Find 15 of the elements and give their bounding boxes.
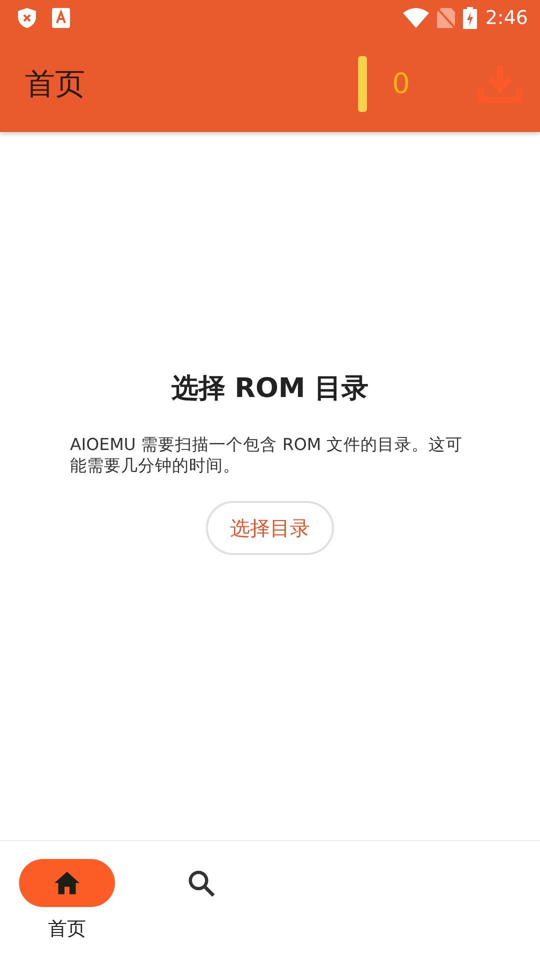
shield-icon [18, 8, 36, 28]
tab-label[interactable]: 首页 [48, 915, 86, 944]
home-tab[interactable] [19, 859, 115, 907]
empty-state-message: AIOEMU 需要扫描一个包含 ROM 文件的目录。这可能需要几分钟的时间。 [70, 434, 464, 477]
select-directory-button[interactable]: 选择目录 [206, 500, 334, 555]
empty-state-title: 选择 ROM 目录 [171, 372, 369, 406]
no-sim-icon [437, 8, 456, 28]
font-icon [52, 8, 70, 28]
status-time: 2:46 [485, 6, 528, 31]
app-bar-title: 首页 [25, 66, 85, 104]
wifi-icon [403, 8, 430, 28]
battery-icon [463, 7, 478, 29]
coin-icon [358, 56, 368, 112]
search-icon [186, 868, 216, 898]
coin-count: 0 [392, 66, 410, 102]
